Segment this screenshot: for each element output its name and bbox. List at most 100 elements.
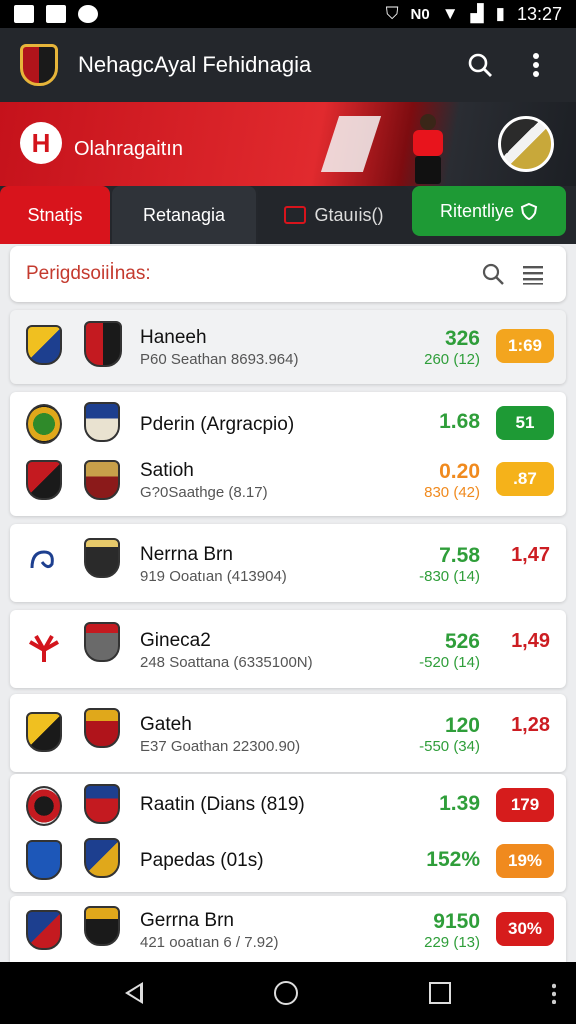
tab-clauis[interactable]: Gtauıis() [258, 186, 410, 244]
hero-title: Olahragaitın [74, 138, 183, 160]
match-name: Gerrna Brn [140, 910, 234, 931]
team-badge-icon [84, 708, 120, 748]
match-name: Nerrna Brn [140, 544, 233, 565]
system-nav-bar [0, 962, 576, 1024]
odds-value: 120 [444, 714, 480, 737]
user-avatar[interactable] [498, 116, 554, 172]
tab-label: Retanagia [142, 204, 226, 225]
odds-alt-value[interactable]: 1,47 [511, 544, 550, 567]
team-badge-icon [84, 622, 120, 662]
team-badge-icon [84, 784, 120, 824]
odds-value: 152% [426, 848, 480, 871]
match-row[interactable]: Satioh G?0Saathge (8.17) 0.20 830 (42) .… [10, 452, 566, 512]
shield-icon [520, 202, 538, 220]
tab-label: Stnatjs [27, 204, 83, 225]
team-logo-icon [26, 542, 62, 582]
match-row[interactable]: Pderin (Argracpio) 1.68 51 [10, 394, 566, 454]
match-subtitle: 421 ooatıan 6 / 7.92) [140, 934, 279, 951]
match-row[interactable]: Raatin (Dians (819) 1.39 179 [10, 774, 566, 834]
tab-stats[interactable]: Stnatjs [0, 186, 110, 244]
odds-pill[interactable]: 179 [496, 788, 554, 822]
odds-pill[interactable]: 1:69 [496, 329, 554, 363]
recent-apps-icon[interactable] [428, 982, 451, 1004]
match-card[interactable]: Gerrna Brn 421 ooatıan 6 / 7.92) 9150 22… [10, 896, 566, 962]
team-badge-icon [84, 460, 120, 500]
clock: 13:27 [516, 3, 562, 24]
match-row[interactable]: Gateh E37 Goathan 22300.90) 120 -550 (34… [10, 702, 566, 762]
odds-alt-value[interactable]: 1,49 [511, 630, 550, 653]
odds-value: 526 [444, 630, 480, 653]
team-badge-icon [84, 402, 120, 442]
tag-icon [284, 206, 307, 224]
team-badge-icon [26, 712, 62, 752]
team-badge-icon [84, 321, 122, 367]
match-card[interactable]: Gateh E37 Goathan 22300.90) 120 -550 (34… [10, 694, 566, 772]
match-subtitle: 248 Soattana (6335100N) [140, 654, 313, 671]
odds-pill[interactable]: 19% [496, 844, 554, 878]
team-badge-icon [26, 460, 62, 500]
image-icon [46, 5, 66, 23]
odds-pill[interactable]: .87 [496, 462, 554, 496]
brand-logo-icon: H [20, 122, 62, 164]
odds-subvalue: -520 (14) [419, 654, 480, 671]
search-icon[interactable] [460, 45, 500, 85]
match-subtitle: 919 Ooatıan (413904) [140, 568, 287, 585]
tab-label: Ritentliye [439, 200, 515, 221]
app-bar: NehagcAyal Fehidnagia [0, 28, 576, 102]
odds-value: 9150 [433, 910, 480, 933]
network-label: N0 [410, 5, 430, 23]
match-row[interactable]: Gerrna Brn 421 ooatıan 6 / 7.92) 9150 22… [10, 902, 566, 962]
signal-icon: ▟ [470, 4, 484, 23]
odds-pill[interactable]: 51 [496, 406, 554, 440]
club-logo [20, 44, 58, 86]
tab-ritentliye[interactable]: Ritentliye [412, 186, 566, 236]
team-badge-icon [26, 404, 62, 444]
location-icon: ⛉ [385, 4, 399, 23]
match-name: Gineca2 [140, 630, 211, 651]
battery-icon: ▮ [495, 4, 505, 23]
odds-subvalue: 830 (42) [424, 484, 480, 501]
odds-subvalue: 260 (12) [424, 351, 480, 368]
match-name: Papedas (01s) [140, 850, 264, 871]
match-card[interactable]: Gineca2 248 Soattana (6335100N) 526 -520… [10, 610, 566, 688]
team-badge-icon [26, 786, 62, 826]
match-row[interactable]: Nerrna Brn 919 Ooatıan (413904) 7.58 -83… [10, 532, 566, 592]
section-header: Perigdsoiiİnas: [10, 246, 566, 302]
back-icon[interactable] [125, 982, 144, 1004]
home-icon[interactable] [273, 981, 298, 1005]
tab-bar: Stnatjs Retanagia Gtauıis() Ritentliye [0, 186, 576, 244]
section-title: Perigdsoiiİnas: [26, 263, 151, 284]
odds-alt-value[interactable]: 1,28 [511, 714, 550, 737]
list-icon[interactable] [516, 257, 550, 291]
team-badge-icon [26, 840, 62, 880]
match-row[interactable]: Papedas (01s) 152% 19% [10, 830, 566, 890]
odds-value: 1.68 [439, 410, 480, 433]
team-badge-icon [26, 325, 62, 365]
player-photo-icon [84, 906, 120, 946]
app-title: NehagcAyal Fehidnagia [78, 52, 312, 77]
wifi-icon: ▼ [441, 4, 459, 23]
odds-subvalue: 229 (13) [424, 934, 480, 951]
odds-pill[interactable]: 30% [496, 912, 554, 946]
odds-value: 326 [444, 327, 480, 350]
match-name: Gateh [140, 714, 192, 735]
tab-retanagia[interactable]: Retanagia [112, 186, 256, 244]
match-subtitle: G?0Saathge (8.17) [140, 484, 268, 501]
match-card[interactable]: Nerrna Brn 919 Ooatıan (413904) 7.58 -83… [10, 524, 566, 602]
app-notification-icon [78, 5, 98, 23]
search-icon[interactable] [476, 257, 510, 291]
odds-subvalue: -830 (14) [419, 568, 480, 585]
menu-dots-icon[interactable] [552, 982, 556, 1004]
odds-value: 0.20 [439, 460, 480, 483]
player-photo-icon [84, 538, 120, 578]
match-card[interactable]: Raatin (Dians (819) 1.39 179 Papedas (01… [10, 774, 566, 892]
match-row[interactable]: Gineca2 248 Soattana (6335100N) 526 -520… [10, 618, 566, 678]
match-name: Satioh [140, 460, 194, 481]
match-card[interactable]: Pderin (Argracpio) 1.68 51 Satioh G?0Saa… [10, 392, 566, 516]
match-row[interactable]: Haneeh P60 Seathan 8693.964) 326 260 (12… [10, 317, 566, 377]
match-card[interactable]: Haneeh P60 Seathan 8693.964) 326 260 (12… [10, 310, 566, 384]
match-name: Haneeh [140, 327, 207, 348]
hero-banner: H Olahragaitın [0, 102, 576, 186]
more-options-icon[interactable] [516, 45, 556, 85]
match-name: Raatin (Dians (819) [140, 794, 305, 815]
